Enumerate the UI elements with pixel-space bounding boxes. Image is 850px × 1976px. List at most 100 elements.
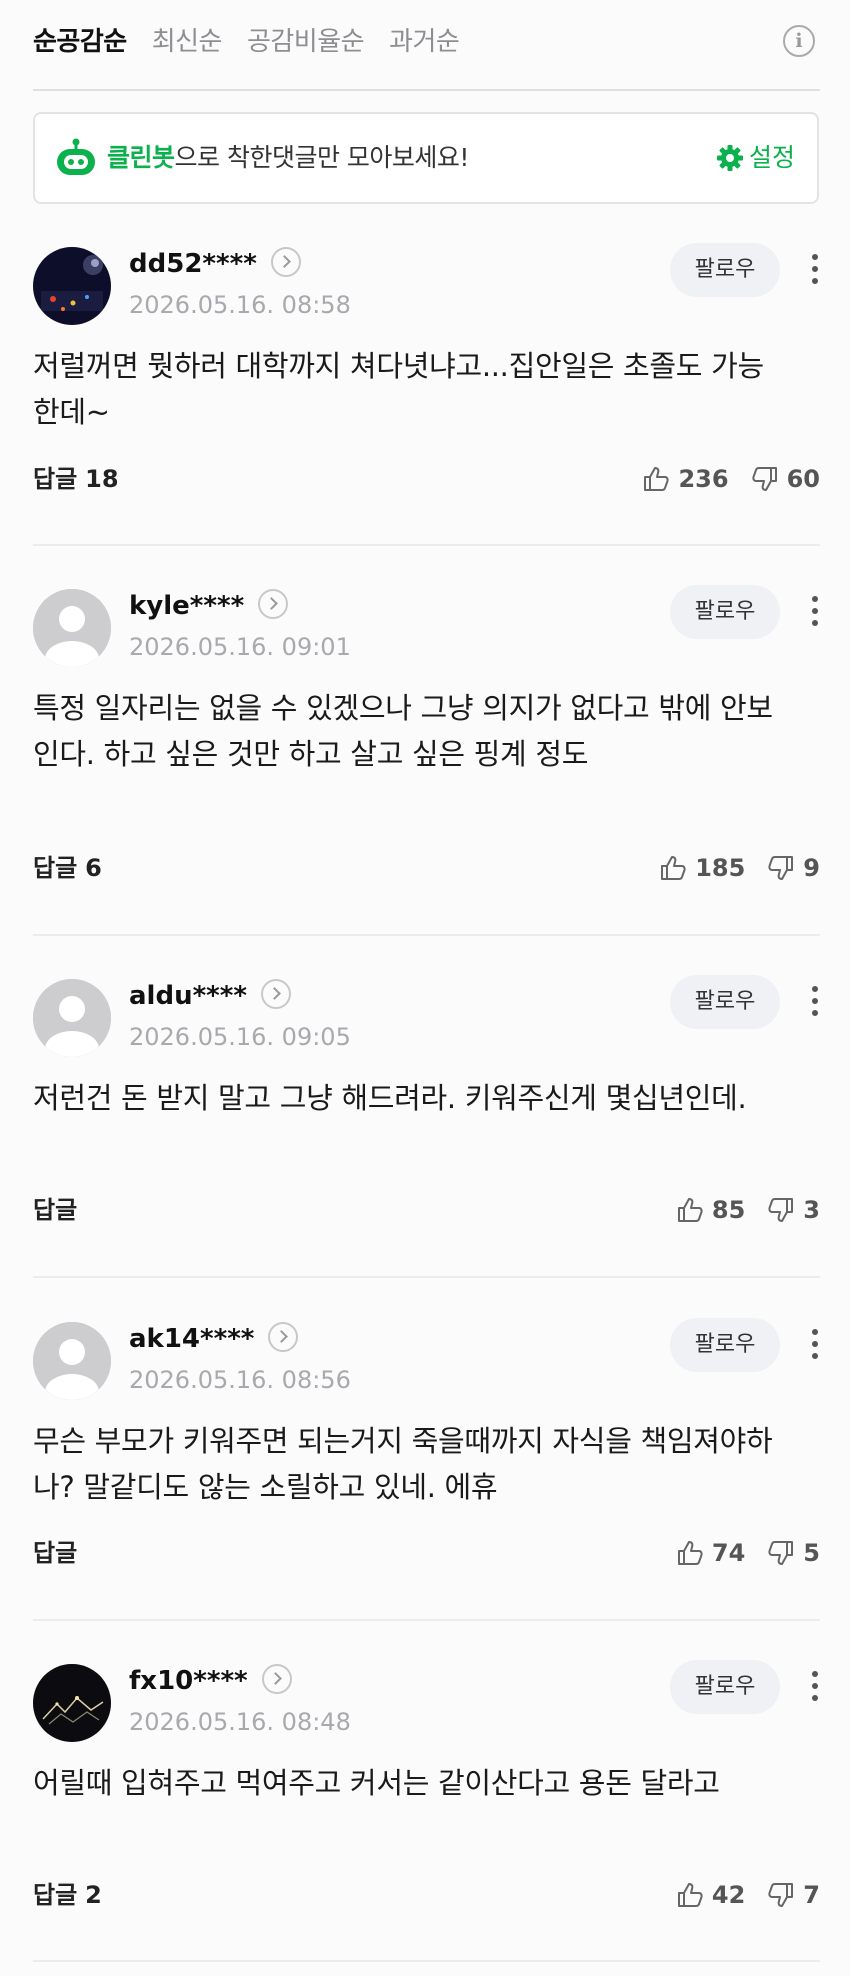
vote-group: 42 7 — [654, 1878, 820, 1912]
username-text: ak14**** — [129, 1324, 255, 1354]
sort-tabs: 순공감순 최신순 공감비율순 과거순 — [33, 20, 484, 64]
vote-group: 236 60 — [620, 462, 820, 496]
tab-sort-popular[interactable]: 순공감순 — [33, 20, 127, 64]
dislike-button[interactable]: 60 — [751, 462, 820, 496]
more-options-icon[interactable] — [810, 251, 820, 287]
avatar[interactable] — [33, 1664, 111, 1742]
chevron-right-icon[interactable] — [270, 246, 301, 277]
timestamp: 2026.05.16. 08:56 — [129, 1366, 351, 1394]
more-options-icon[interactable] — [810, 1326, 820, 1362]
dislike-button[interactable]: 5 — [767, 1536, 820, 1570]
sort-bar: 순공감순 최신순 공감비율순 과거순 i — [33, 20, 820, 70]
thumbs-up-icon — [644, 467, 670, 491]
avatar[interactable] — [33, 979, 111, 1057]
cleanbot-banner: 클린봇으로 착한댓글만 모아보세요! 설정 — [33, 112, 819, 204]
cleanbot-brand: 클린봇 — [107, 143, 175, 172]
username-text: fx10**** — [129, 1666, 248, 1696]
username[interactable]: dd52**** — [129, 246, 301, 281]
more-options-icon[interactable] — [810, 983, 820, 1019]
reply-button[interactable]: 답글 2 — [33, 1878, 102, 1912]
like-button[interactable]: 185 — [659, 851, 745, 885]
vote-group: 74 5 — [654, 1536, 820, 1570]
more-options-icon[interactable] — [810, 593, 820, 629]
follow-button[interactable]: 팔로우 — [670, 1318, 780, 1372]
comment-item: ak14**** 2026.05.16. 08:56 팔로우 무슨 부모가 키워… — [33, 1318, 820, 1572]
vote-group: 185 9 — [637, 851, 820, 885]
thumbs-down-icon — [768, 1883, 794, 1907]
like-count: 185 — [695, 854, 746, 882]
info-icon[interactable]: i — [783, 25, 815, 57]
gear-icon — [716, 145, 743, 171]
divider — [33, 1619, 820, 1621]
reply-label: 답글 — [33, 1539, 78, 1567]
chevron-right-icon[interactable] — [261, 1663, 292, 1694]
like-button[interactable]: 85 — [676, 1193, 745, 1227]
reply-button[interactable]: 답글 6 — [33, 851, 102, 885]
comment-text: 무슨 부모가 키워주면 되는거지 죽을때까지 자식을 책임져야하나? 말같디도 … — [33, 1424, 773, 1504]
divider — [33, 934, 820, 936]
vote-group: 85 3 — [654, 1193, 820, 1227]
timestamp: 2026.05.16. 08:48 — [129, 1708, 351, 1736]
dislike-count: 3 — [803, 1196, 820, 1224]
follow-button[interactable]: 팔로우 — [670, 585, 780, 639]
cleanbot-settings-button[interactable]: 설정 — [716, 114, 795, 202]
timestamp: 2026.05.16. 09:05 — [129, 1023, 351, 1051]
follow-button[interactable]: 팔로우 — [670, 975, 780, 1029]
comment-item: aldu**** 2026.05.16. 09:05 팔로우 저런건 돈 받지 … — [33, 975, 820, 1229]
follow-button[interactable]: 팔로우 — [670, 243, 780, 297]
comment-item: kyle**** 2026.05.16. 09:01 팔로우 특정 일자리는 없… — [33, 585, 820, 889]
reply-label: 답글 — [33, 1196, 78, 1224]
avatar[interactable] — [33, 589, 111, 667]
timestamp: 2026.05.16. 09:01 — [129, 633, 351, 661]
thumbs-up-icon — [661, 856, 686, 880]
cleanbot-robot-icon — [57, 138, 95, 175]
follow-button[interactable]: 팔로우 — [670, 1660, 780, 1714]
dislike-button[interactable]: 3 — [767, 1193, 820, 1227]
avatar[interactable] — [33, 247, 111, 325]
like-button[interactable]: 236 — [642, 462, 729, 496]
like-count: 42 — [711, 1881, 746, 1909]
thumbs-down-icon — [768, 856, 794, 880]
reply-count: 6 — [85, 854, 102, 882]
username[interactable]: fx10**** — [129, 1663, 292, 1698]
comment-item: dd52**** 2026.05.16. 08:58 팔로우 저럴꺼면 뭣하러 … — [33, 243, 820, 507]
reply-label: 답글 — [33, 1881, 78, 1909]
timestamp: 2026.05.16. 08:58 — [129, 291, 351, 319]
chevron-right-icon[interactable] — [268, 1321, 299, 1352]
username[interactable]: ak14**** — [129, 1321, 299, 1356]
chevron-right-icon[interactable] — [258, 588, 289, 619]
tab-sort-ratio[interactable]: 공감비율순 — [247, 20, 365, 64]
reply-label: 답글 — [33, 465, 78, 493]
reply-button[interactable]: 답글 18 — [33, 462, 119, 496]
like-button[interactable]: 74 — [676, 1536, 745, 1570]
dislike-button[interactable]: 7 — [767, 1878, 820, 1912]
thumbs-up-icon — [677, 1541, 703, 1565]
reply-count: 2 — [85, 1881, 102, 1909]
tab-sort-oldest[interactable]: 과거순 — [389, 20, 460, 64]
comment-item: fx10**** 2026.05.16. 08:48 팔로우 어릴때 입혀주고 … — [33, 1660, 820, 1914]
dislike-count: 7 — [803, 1881, 820, 1909]
thumbs-down-icon — [751, 467, 777, 491]
comment-text: 저럴꺼면 뭣하러 대학까지 쳐다녓냐고...집안일은 초졸도 가능한데~ — [33, 349, 764, 429]
cleanbot-settings-label: 설정 — [748, 143, 795, 172]
more-options-icon[interactable] — [810, 1668, 820, 1704]
thumbs-up-icon — [677, 1198, 703, 1222]
username-text: dd52**** — [129, 249, 257, 279]
avatar[interactable] — [33, 1322, 111, 1400]
like-count: 236 — [678, 465, 729, 493]
dislike-button[interactable]: 9 — [767, 851, 820, 885]
username[interactable]: aldu**** — [129, 978, 291, 1013]
dislike-count: 5 — [803, 1539, 820, 1567]
like-button[interactable]: 42 — [676, 1878, 745, 1912]
comment-page: 순공감순 최신순 공감비율순 과거순 i 클린봇으로 착한댓글만 모아보세요! — [0, 0, 850, 1976]
reply-button[interactable]: 답글 — [33, 1193, 85, 1227]
cleanbot-text: 으로 착한댓글만 모아보세요! — [174, 143, 470, 172]
reply-count: 18 — [85, 465, 119, 493]
like-count: 74 — [711, 1539, 746, 1567]
reply-button[interactable]: 답글 — [33, 1536, 85, 1570]
comment-text: 저런건 돈 받지 말고 그냥 해드려라. 키워주신게 몇십년인데. — [33, 1081, 747, 1115]
tab-sort-latest[interactable]: 최신순 — [152, 20, 223, 64]
username[interactable]: kyle**** — [129, 588, 289, 623]
chevron-right-icon[interactable] — [260, 978, 291, 1009]
dislike-count: 60 — [786, 465, 820, 493]
